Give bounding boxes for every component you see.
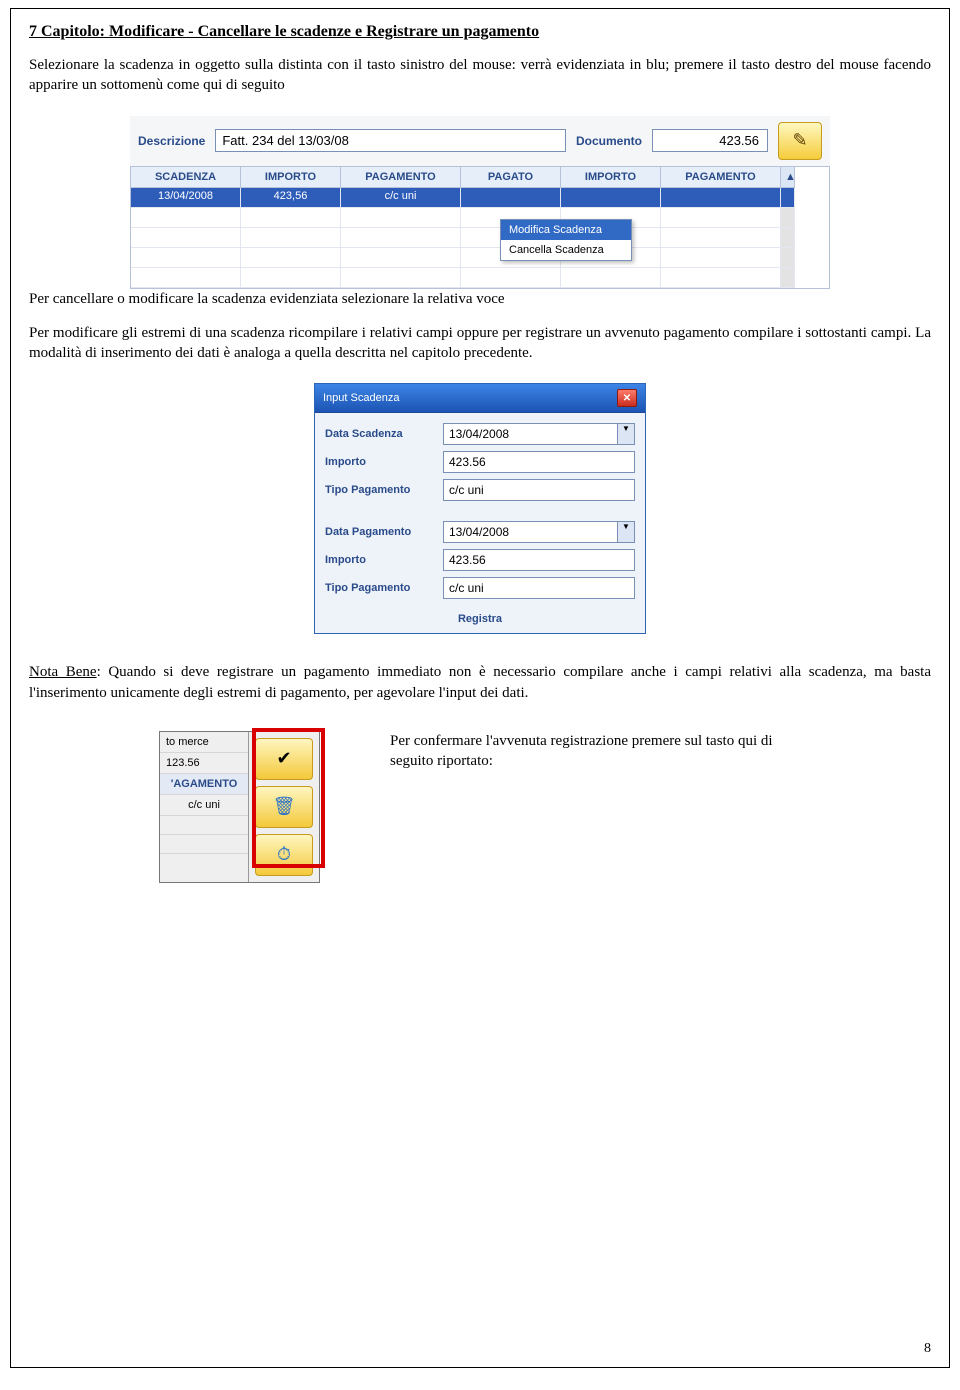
registra-button[interactable]: Registra (315, 607, 645, 633)
input-data-scadenza[interactable]: 13/04/2008 (443, 423, 618, 445)
cell-pagato (461, 188, 561, 208)
schedule-button[interactable] (255, 834, 313, 876)
descrizione-label: Descrizione (138, 134, 205, 148)
chapter-title: 7 Capitolo: Modificare - Cancellare le s… (29, 23, 931, 41)
descrizione-field[interactable]: Fatt. 234 del 13/03/08 (215, 129, 566, 152)
crop-cell: c/c uni (160, 795, 248, 816)
paragraph-cancel-modify: Per cancellare o modificare la scadenza … (29, 289, 931, 309)
cell-pagamento2 (661, 188, 781, 208)
cell-scadenza: 13/04/2008 (131, 188, 241, 208)
crop-blank (160, 835, 248, 854)
label-data-scadenza: Data Scadenza (325, 428, 435, 440)
col-pagamento2: PAGAMENTO (661, 167, 781, 188)
input-scadenza-dialog: Input Scadenza ✕ Data Scadenza 13/04/200… (314, 383, 646, 634)
col-importo2: IMPORTO (561, 167, 661, 188)
label-importo-2: Importo (325, 554, 435, 566)
nota-bene-text: : Quando si deve registrare un pagamento… (29, 664, 931, 700)
cell-pagamento: c/c uni (341, 188, 461, 208)
delete-button[interactable] (255, 786, 313, 828)
col-pagato: PAGATO (461, 167, 561, 188)
toolbar-button[interactable]: ✎ (778, 122, 822, 160)
confirm-text: Per confermare l'avvenuta registrazione … (390, 731, 810, 772)
check-icon: ✔ (276, 748, 291, 769)
input-importo-2[interactable]: 423.56 (443, 549, 635, 571)
table-row-selected[interactable]: 13/04/2008 423,56 c/c uni (131, 188, 829, 208)
input-data-pagamento[interactable]: 13/04/2008 (443, 521, 618, 543)
confirm-row: to merce 123.56 'AGAMENTO c/c uni ✔ (159, 731, 931, 883)
chevron-down-icon[interactable]: ▼ (618, 521, 635, 543)
menu-item-cancella[interactable]: Cancella Scadenza (501, 240, 631, 260)
cell-importo: 423,56 (241, 188, 341, 208)
crop-text-2: 123.56 (160, 753, 248, 774)
paragraph-intro: Selezionare la scadenza in oggetto sulla… (29, 55, 931, 96)
screenshot-confirm-button: to merce 123.56 'AGAMENTO c/c uni ✔ (159, 731, 320, 883)
screenshot-2-container: Input Scadenza ✕ Data Scadenza 13/04/200… (29, 383, 931, 634)
dialog-title: Input Scadenza (323, 392, 399, 404)
label-importo: Importo (325, 456, 435, 468)
table-header: SCADENZA IMPORTO PAGAMENTO PAGATO IMPORT… (131, 167, 829, 188)
screenshot-table-context-menu: Descrizione Fatt. 234 del 13/03/08 Docum… (130, 116, 830, 261)
crop-blank (160, 816, 248, 835)
label-tipo-pagamento: Tipo Pagamento (325, 484, 435, 496)
scroll-track (781, 188, 795, 208)
crop-text-1: to merce (160, 732, 248, 753)
menu-item-modifica[interactable]: Modifica Scadenza (501, 220, 631, 240)
scroll-arrow-icon: ▲ (781, 167, 795, 188)
col-importo: IMPORTO (241, 167, 341, 188)
cell-importo2 (561, 188, 661, 208)
label-data-pagamento: Data Pagamento (325, 526, 435, 538)
input-tipo-pagamento-2[interactable]: c/c uni (443, 577, 635, 599)
table-row (131, 208, 829, 228)
label-tipo-pagamento-2: Tipo Pagamento (325, 582, 435, 594)
confirm-button[interactable]: ✔ (255, 738, 313, 780)
dialog-titlebar: Input Scadenza ✕ (315, 384, 645, 413)
input-importo[interactable]: 423.56 (443, 451, 635, 473)
crop-col-header: 'AGAMENTO (160, 774, 248, 795)
col-scadenza: SCADENZA (131, 167, 241, 188)
close-icon[interactable]: ✕ (617, 389, 637, 407)
page-number: 8 (924, 1341, 931, 1357)
table-row (131, 248, 829, 268)
table-row (131, 228, 829, 248)
screenshot-1-container: Descrizione Fatt. 234 del 13/03/08 Docum… (29, 116, 931, 261)
nota-bene-lead: Nota Bene (29, 664, 97, 680)
chevron-down-icon[interactable]: ▼ (618, 423, 635, 445)
table-row (131, 268, 829, 288)
paragraph-nota-bene: Nota Bene: Quando si deve registrare un … (29, 662, 931, 703)
context-menu[interactable]: Modifica Scadenza Cancella Scadenza (500, 219, 632, 261)
input-tipo-pagamento[interactable]: c/c uni (443, 479, 635, 501)
paragraph-modify-fields: Per modificare gli estremi di una scaden… (29, 323, 931, 364)
documento-field[interactable]: 423.56 (652, 129, 768, 152)
col-pagamento: PAGAMENTO (341, 167, 461, 188)
documento-label: Documento (576, 134, 642, 148)
